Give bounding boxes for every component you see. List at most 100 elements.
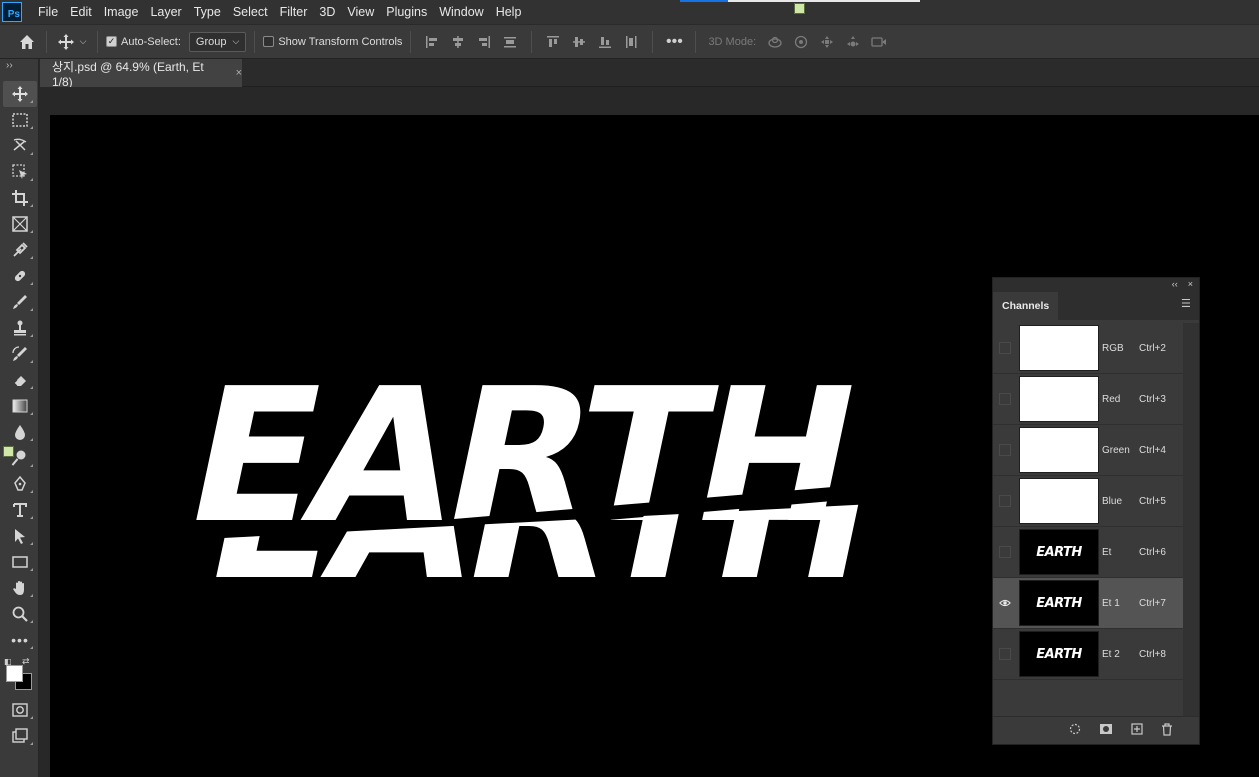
frame-icon[interactable] (3, 211, 37, 237)
channel-row-et[interactable]: EARTH Et Ctrl+6 (993, 527, 1183, 578)
channel-row-et-1[interactable]: EARTH Et 1 Ctrl+7 (993, 578, 1183, 629)
3d-roll-icon[interactable] (788, 31, 814, 53)
rectangular-marquee-icon[interactable] (3, 107, 37, 133)
home-icon[interactable] (16, 31, 38, 53)
chevron-down-icon[interactable]: ⌵ (77, 31, 89, 53)
menu-type[interactable]: Type (188, 0, 227, 24)
thumbnail-text: EARTH (1036, 646, 1082, 662)
eraser-icon[interactable] (3, 367, 37, 393)
delete-channel-icon[interactable] (1161, 722, 1173, 739)
blur-drop-icon[interactable] (3, 419, 37, 445)
swap-colors-icon[interactable]: ⇄ (22, 656, 30, 667)
more-tools-icon[interactable]: ••• (3, 627, 37, 653)
channel-shortcut: Ctrl+5 (1139, 495, 1166, 507)
transform-controls-label: Show Transform Controls (278, 35, 403, 48)
visibility-toggle[interactable] (999, 648, 1011, 660)
eye-icon[interactable] (999, 597, 1011, 609)
move-tool-icon[interactable] (3, 81, 37, 107)
panel-tab-bar: Channels ☰ (993, 290, 1199, 320)
document-tab[interactable]: 상지.psd @ 64.9% (Earth, Et 1/8) × (40, 59, 242, 89)
visibility-toggle[interactable] (999, 393, 1011, 405)
3d-slide-icon[interactable] (840, 31, 866, 53)
menu-window[interactable]: Window (433, 0, 489, 24)
channel-row-red[interactable]: Red Ctrl+3 (993, 374, 1183, 425)
menu-3d[interactable]: 3D (313, 0, 341, 24)
menu-items: File Edit Image Layer Type Select Filter 3D View… (32, 0, 527, 24)
gradient-icon[interactable] (3, 393, 37, 419)
menu-edit[interactable]: Edit (64, 0, 98, 24)
3d-pan-icon[interactable] (814, 31, 840, 53)
channel-name: Et 2 (1102, 648, 1120, 660)
visibility-toggle[interactable] (999, 546, 1011, 558)
visibility-toggle[interactable] (999, 444, 1011, 456)
visibility-toggle[interactable] (999, 495, 1011, 507)
menu-layer[interactable]: Layer (144, 0, 187, 24)
close-panel-icon[interactable]: × (1188, 279, 1193, 289)
auto-select-checkbox[interactable]: ✓ (106, 36, 117, 47)
channel-shortcut: Ctrl+3 (1139, 393, 1166, 405)
pen-icon[interactable] (3, 471, 37, 497)
panel-scrollbar[interactable] (1183, 323, 1199, 733)
channel-thumbnail: EARTH (1019, 529, 1099, 575)
transform-controls-checkbox[interactable] (263, 36, 275, 47)
separator (652, 30, 654, 53)
channel-row-rgb[interactable]: RGB Ctrl+2 (993, 323, 1183, 374)
align-bottom-icon[interactable] (592, 31, 618, 53)
clone-stamp-icon[interactable] (3, 315, 37, 341)
panel-collapse-icon[interactable]: ›› (0, 59, 38, 81)
panel-title-bar: ‹‹ × (993, 278, 1199, 290)
foreground-color[interactable] (6, 665, 23, 682)
align-right-icon[interactable] (471, 31, 497, 53)
lasso-icon[interactable] (3, 133, 37, 159)
group-dropdown[interactable]: Group ⌵ (188, 31, 247, 52)
close-icon[interactable]: × (236, 67, 242, 79)
distribute-horizontal-icon[interactable] (618, 31, 644, 53)
brush-icon[interactable] (3, 289, 37, 315)
menu-help[interactable]: Help (490, 0, 528, 24)
channel-name: Et (1102, 546, 1112, 558)
collapse-panel-icon[interactable]: ‹‹ (1172, 279, 1178, 289)
history-brush-icon[interactable] (3, 341, 37, 367)
screen-mode-icon[interactable] (3, 723, 37, 749)
align-center-icon[interactable] (445, 31, 471, 53)
menu-filter[interactable]: Filter (274, 0, 314, 24)
visibility-toggle[interactable] (999, 342, 1011, 354)
document-tab-strip: 상지.psd @ 64.9% (Earth, Et 1/8) × (40, 59, 1259, 89)
align-left-icon[interactable] (419, 31, 445, 53)
3d-orbit-icon[interactable] (762, 31, 788, 53)
video-camera-icon[interactable] (866, 31, 892, 53)
tab-channels[interactable]: Channels (993, 292, 1059, 320)
zoom-icon[interactable] (3, 601, 37, 627)
eyedropper-icon[interactable] (3, 237, 37, 263)
distribute-vertical-icon[interactable] (497, 31, 523, 53)
menu-image[interactable]: Image (98, 0, 145, 24)
new-channel-icon[interactable] (1131, 723, 1143, 738)
menu-plugins[interactable]: Plugins (380, 0, 433, 24)
channel-row-et-2[interactable]: EARTH Et 2 Ctrl+8 (993, 629, 1183, 680)
channel-shortcut: Ctrl+2 (1139, 342, 1166, 354)
rectangle-shape-icon[interactable] (3, 549, 37, 575)
panel-menu-icon[interactable]: ☰ (1181, 298, 1195, 310)
align-top-icon[interactable] (540, 31, 566, 53)
move-tool-icon[interactable] (55, 31, 77, 53)
hand-icon[interactable] (3, 575, 37, 601)
thumbnail-text: EARTH (1036, 595, 1082, 611)
separator (531, 30, 533, 53)
crop-icon[interactable] (3, 185, 37, 211)
separator (695, 30, 697, 53)
load-selection-icon[interactable] (1069, 723, 1081, 738)
type-icon[interactable] (3, 497, 37, 523)
color-swatches[interactable]: ◧ ⇄ (4, 656, 38, 691)
object-selection-icon[interactable] (3, 159, 37, 185)
more-options-icon[interactable]: ••• (661, 31, 687, 53)
menu-file[interactable]: File (32, 0, 64, 24)
align-middle-icon[interactable] (566, 31, 592, 53)
save-selection-icon[interactable] (1099, 723, 1113, 738)
channel-row-green[interactable]: Green Ctrl+4 (993, 425, 1183, 476)
menu-view[interactable]: View (341, 0, 380, 24)
path-selection-icon[interactable] (3, 523, 37, 549)
channel-row-blue[interactable]: Blue Ctrl+5 (993, 476, 1183, 527)
healing-brush-icon[interactable] (3, 263, 37, 289)
quick-mask-icon[interactable] (3, 697, 37, 723)
menu-select[interactable]: Select (227, 0, 274, 24)
